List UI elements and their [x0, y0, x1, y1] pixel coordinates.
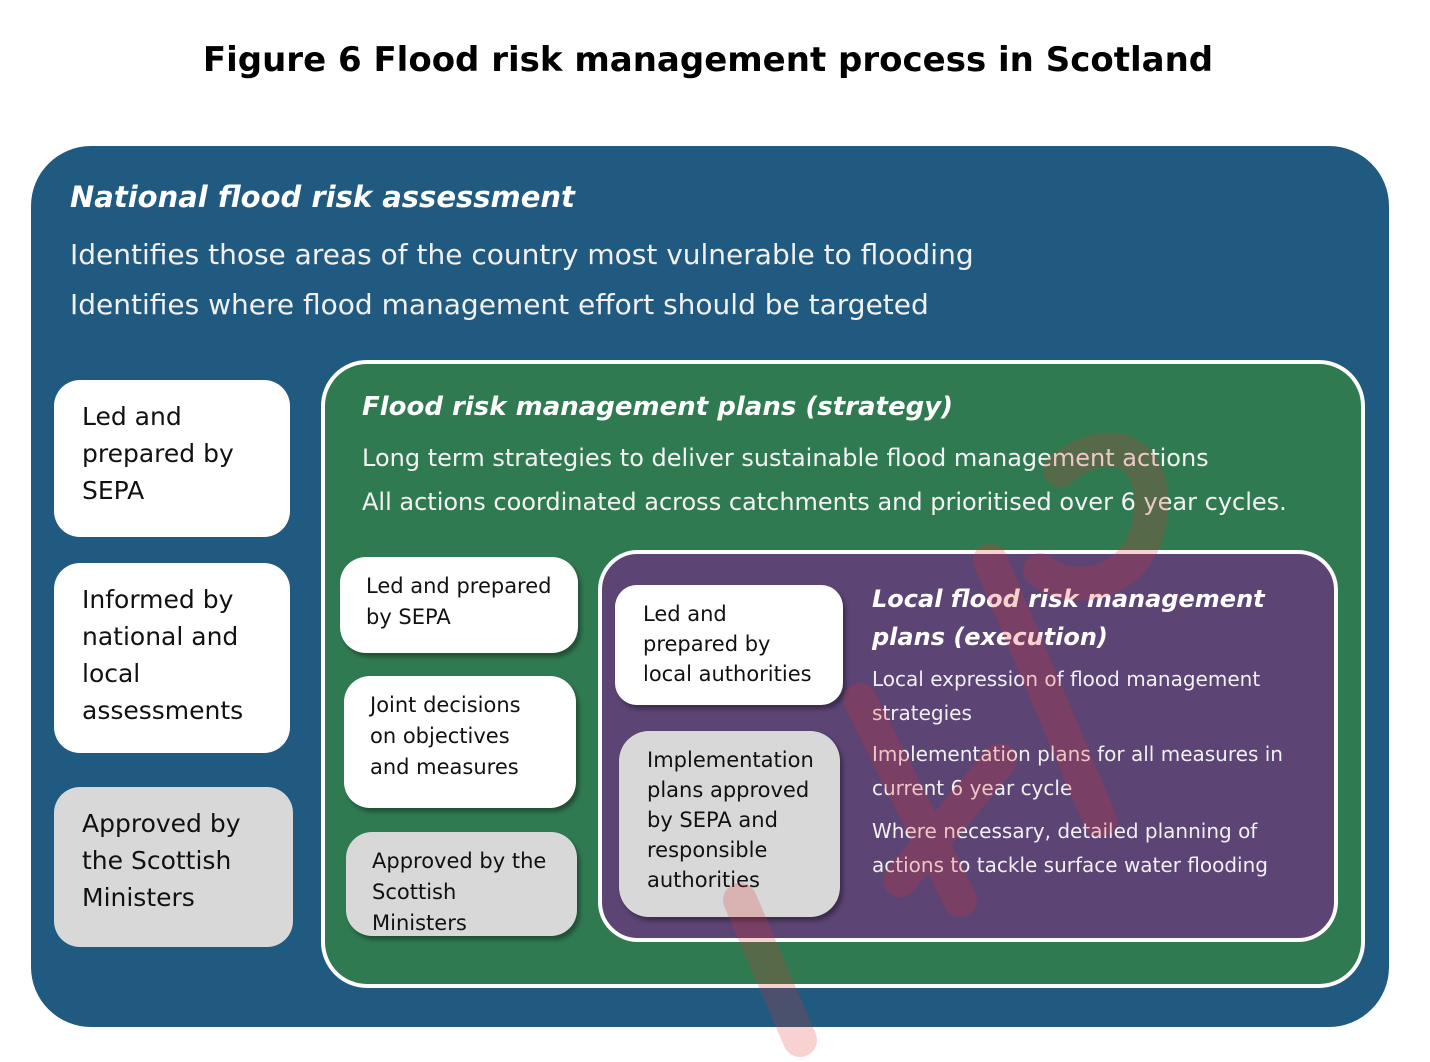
local-point-3: Where necessary, detailed planning of ac…	[872, 819, 1268, 877]
strategy-line-1: Long term strategies to deliver sustaina…	[362, 444, 1209, 472]
local-point-1: Local expression of flood management str…	[872, 667, 1261, 725]
local-card-implementation: Implementation plans approved by SEPA an…	[619, 731, 840, 917]
figure-title: Figure 6 Flood risk management process i…	[202, 40, 1214, 80]
national-card-led: Led and prepared by SEPA	[54, 380, 290, 537]
local-card-led: Led and prepared by local authorities	[615, 585, 843, 705]
national-line-1: Identifies those areas of the country mo…	[70, 238, 974, 271]
local-point-2: Implementation plans for all measures in…	[872, 742, 1283, 800]
national-title: National flood risk assessment	[70, 180, 575, 214]
strategy-line-2: All actions coordinated across catchment…	[362, 488, 1287, 516]
local-title: Local flood risk management plans (execu…	[872, 585, 1265, 651]
national-line-2: Identifies where flood management effort…	[70, 288, 929, 321]
strategy-card-joint: Joint decisions on objectives and measur…	[344, 676, 576, 808]
strategy-card-approved: Approved by the Scottish Ministers	[346, 832, 577, 936]
national-card-informed: Informed by national and local assessmen…	[54, 563, 290, 753]
strategy-title: Flood risk management plans (strategy)	[362, 392, 954, 422]
national-card-approved: Approved by the Scottish Ministers	[54, 787, 293, 947]
strategy-card-led: Led and prepared by SEPA	[340, 557, 578, 653]
